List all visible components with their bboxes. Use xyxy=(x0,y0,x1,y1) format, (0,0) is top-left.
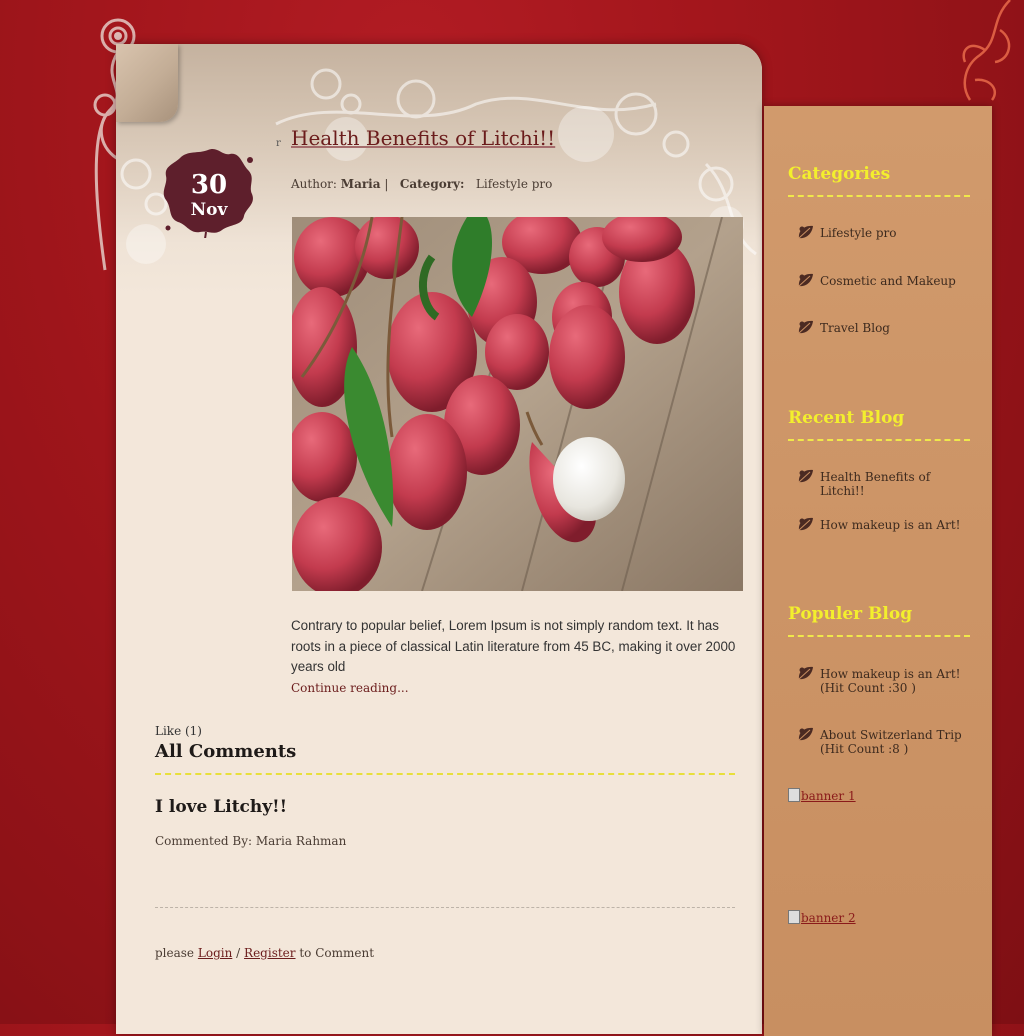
comment-text: I love Litchy!! xyxy=(155,797,288,817)
leaf-icon xyxy=(798,469,813,483)
leaf-icon xyxy=(798,225,813,239)
banner-alt-text: banner 2 xyxy=(801,911,856,925)
login-prompt: please Login / Register to Comment xyxy=(155,946,374,960)
popular-blog-divider xyxy=(788,635,970,637)
leaf-icon xyxy=(798,320,813,334)
recent-blog-heading: Recent Blog xyxy=(788,408,905,428)
login-prefix: please xyxy=(155,946,195,960)
sidebar-item-label: Travel Blog xyxy=(820,321,890,335)
post-title-link[interactable]: Health Benefits of Litchi!! xyxy=(291,126,555,150)
title-marker: r xyxy=(276,138,281,149)
date-month: Nov xyxy=(190,200,228,220)
comments-divider xyxy=(155,773,735,775)
like-button[interactable]: Like (1) xyxy=(155,724,202,738)
banner-link-2[interactable]: banner 2 xyxy=(788,910,856,925)
sidebar-item-label: How makeup is an Art! xyxy=(820,518,961,532)
sidebar-item-category[interactable]: Cosmetic and Makeup xyxy=(796,273,976,288)
continue-reading-link[interactable]: Continue reading... xyxy=(291,681,409,695)
date-day: 30 xyxy=(190,170,228,200)
sidebar-item-recent[interactable]: How makeup is an Art! xyxy=(796,517,976,532)
sidebar-item-label: About Switzerland Trip (Hit Count :8 ) xyxy=(820,728,962,756)
comment-author: Commented By: Maria Rahman xyxy=(155,834,347,848)
login-link[interactable]: Login xyxy=(198,946,232,960)
login-separator: / xyxy=(236,946,241,960)
login-suffix: to Comment xyxy=(299,946,375,960)
leaf-icon xyxy=(798,666,813,680)
author-name: Maria xyxy=(340,177,381,191)
sidebar-item-popular[interactable]: How makeup is an Art! (Hit Count :30 ) xyxy=(796,666,976,695)
categories-heading: Categories xyxy=(788,164,891,184)
comments-heading: All Comments xyxy=(155,741,297,762)
recent-blog-divider xyxy=(788,439,970,441)
leaf-icon xyxy=(798,273,813,287)
leaf-icon xyxy=(798,517,813,531)
categories-divider xyxy=(788,195,970,197)
sidebar-item-category[interactable]: Lifestyle pro xyxy=(796,225,976,240)
broken-image-icon xyxy=(788,910,800,924)
sidebar-item-category[interactable]: Travel Blog xyxy=(796,320,976,335)
sidebar-item-label: How makeup is an Art! (Hit Count :30 ) xyxy=(820,667,961,695)
sidebar-item-label: Lifestyle pro xyxy=(820,226,897,240)
sidebar-item-recent[interactable]: Health Benefits of Litchi!! xyxy=(796,469,976,498)
banner-alt-text: banner 1 xyxy=(801,789,856,803)
banner-link-1[interactable]: banner 1 xyxy=(788,788,856,803)
post-excerpt: Contrary to popular belief, Lorem Ipsum … xyxy=(291,618,736,674)
category-name[interactable]: Lifestyle pro xyxy=(476,177,553,191)
sidebar-item-popular[interactable]: About Switzerland Trip (Hit Count :8 ) xyxy=(796,727,976,756)
author-label: Author: xyxy=(291,177,337,191)
sidebar xyxy=(764,106,992,1036)
broken-image-icon xyxy=(788,788,800,802)
register-link[interactable]: Register xyxy=(244,946,295,960)
background-flourish-right xyxy=(962,0,1011,101)
post-image xyxy=(292,217,743,591)
popular-blog-heading: Populer Blog xyxy=(788,604,913,624)
comment-divider xyxy=(155,907,735,908)
sidebar-item-label: Cosmetic and Makeup xyxy=(820,274,956,288)
post-meta: Author: Maria | Category: Lifestyle pro xyxy=(291,177,553,191)
leaf-icon xyxy=(798,727,813,741)
category-label: Category: xyxy=(399,177,465,191)
page-curl-corner xyxy=(116,44,178,122)
sidebar-item-label: Health Benefits of Litchi!! xyxy=(820,470,931,498)
